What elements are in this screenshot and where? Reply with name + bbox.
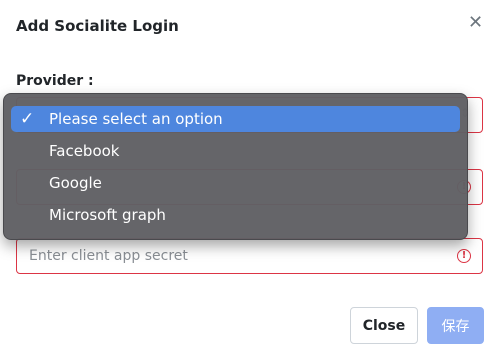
dropdown-option-facebook[interactable]: Facebook bbox=[11, 138, 460, 164]
dropdown-option-microsoft-graph[interactable]: Microsoft graph bbox=[11, 202, 460, 228]
dropdown-option-google[interactable]: Google bbox=[11, 170, 460, 196]
dropdown-option-please-select[interactable]: ✓ Please select an option bbox=[11, 106, 460, 132]
client-secret-field[interactable]: Enter client app secret ! bbox=[16, 238, 483, 274]
option-label: Microsoft graph bbox=[49, 206, 166, 224]
option-label: Google bbox=[49, 174, 102, 192]
client-secret-placeholder: Enter client app secret bbox=[29, 248, 188, 264]
close-button[interactable]: Close bbox=[350, 307, 418, 344]
modal-title: Add Socialite Login bbox=[16, 17, 179, 35]
option-label: Facebook bbox=[49, 142, 120, 160]
error-icon: ! bbox=[457, 249, 471, 263]
provider-dropdown-list: ✓ Please select an option Facebook Googl… bbox=[3, 93, 468, 240]
close-icon[interactable]: ✕ bbox=[468, 13, 483, 33]
checkmark-icon: ✓ bbox=[20, 109, 35, 129]
provider-label: Provider : bbox=[16, 73, 94, 89]
save-button[interactable]: 保存 bbox=[427, 307, 484, 344]
option-label: Please select an option bbox=[49, 110, 223, 128]
